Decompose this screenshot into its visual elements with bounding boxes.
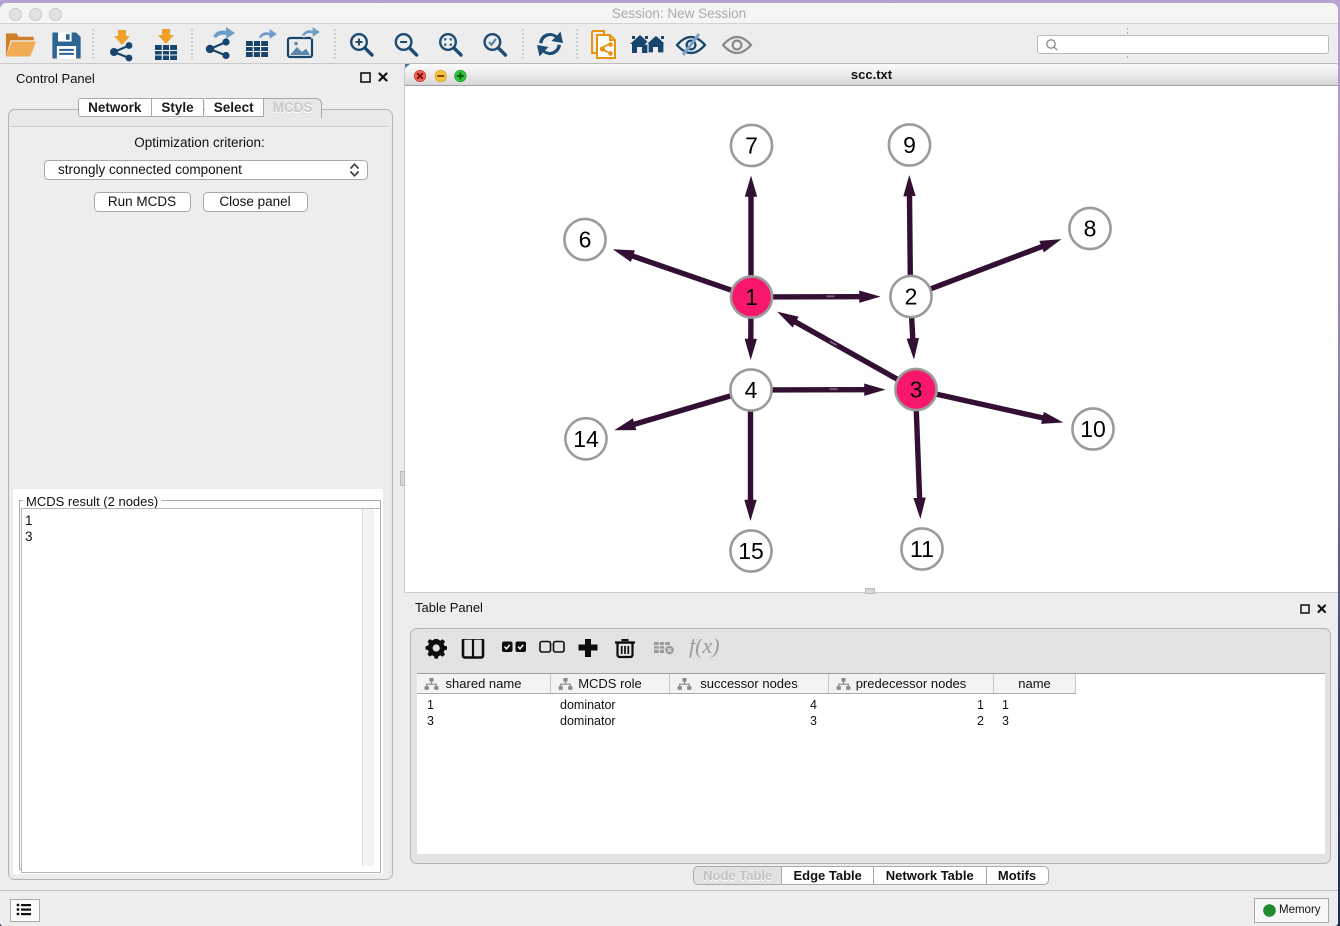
svg-text:4: 4 (744, 377, 757, 403)
svg-text:2: 2 (904, 284, 917, 310)
svg-text:3: 3 (909, 377, 922, 403)
svg-text:10: 10 (1080, 416, 1106, 442)
svg-text:11: 11 (910, 536, 934, 562)
svg-text:7: 7 (745, 133, 758, 159)
svg-text:8: 8 (1083, 216, 1096, 242)
svg-text:15: 15 (738, 538, 764, 564)
svg-text:f(x): f(x) (689, 639, 720, 658)
svg-text:14: 14 (573, 426, 599, 452)
svg-text:6: 6 (578, 227, 591, 253)
svg-text:1: 1 (745, 284, 758, 310)
svg-text:9: 9 (903, 132, 916, 158)
